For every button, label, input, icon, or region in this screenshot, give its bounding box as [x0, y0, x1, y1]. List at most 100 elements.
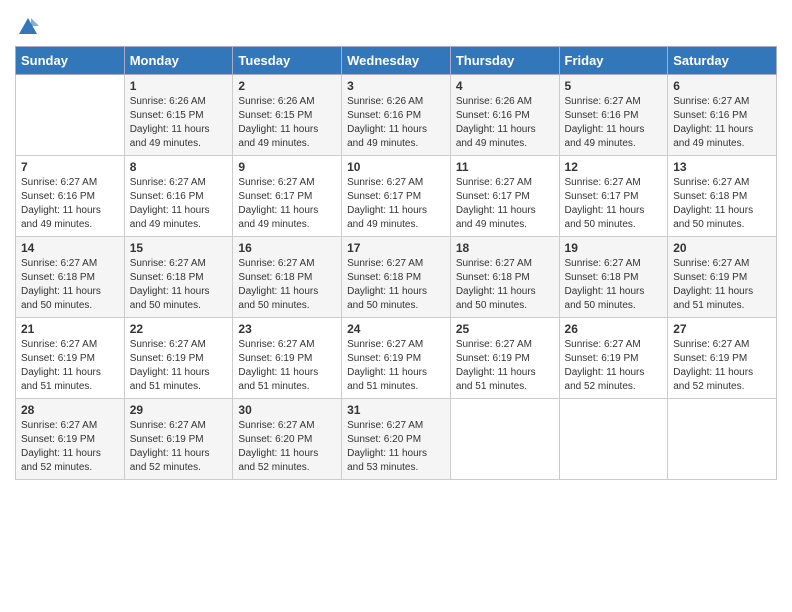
day-info: Sunrise: 6:27 AM Sunset: 6:19 PM Dayligh… — [130, 419, 228, 475]
logo-icon — [17, 16, 39, 38]
day-info: Sunrise: 6:27 AM Sunset: 6:18 PM Dayligh… — [565, 257, 663, 313]
calendar-table: SundayMondayTuesdayWednesdayThursdayFrid… — [15, 46, 777, 480]
day-number: 6 — [673, 79, 771, 93]
calendar-cell: 8 Sunrise: 6:27 AM Sunset: 6:16 PM Daylig… — [124, 156, 233, 237]
day-info: Sunrise: 6:27 AM Sunset: 6:20 PM Dayligh… — [347, 419, 445, 475]
day-info: Sunrise: 6:26 AM Sunset: 6:15 PM Dayligh… — [130, 95, 228, 151]
day-info: Sunrise: 6:27 AM Sunset: 6:19 PM Dayligh… — [347, 338, 445, 394]
day-number: 1 — [130, 79, 228, 93]
calendar-cell: 23 Sunrise: 6:27 AM Sunset: 6:19 PM Dayli… — [233, 318, 342, 399]
calendar-cell: 25 Sunrise: 6:27 AM Sunset: 6:19 PM Dayli… — [450, 318, 559, 399]
calendar-cell: 11 Sunrise: 6:27 AM Sunset: 6:17 PM Dayli… — [450, 156, 559, 237]
day-number: 15 — [130, 241, 228, 255]
calendar-cell — [16, 75, 125, 156]
weekday-header: Friday — [559, 47, 668, 75]
day-info: Sunrise: 6:27 AM Sunset: 6:20 PM Dayligh… — [238, 419, 336, 475]
day-info: Sunrise: 6:27 AM Sunset: 6:17 PM Dayligh… — [347, 176, 445, 232]
day-info: Sunrise: 6:27 AM Sunset: 6:19 PM Dayligh… — [565, 338, 663, 394]
weekday-header: Saturday — [668, 47, 777, 75]
day-info: Sunrise: 6:26 AM Sunset: 6:16 PM Dayligh… — [347, 95, 445, 151]
day-number: 8 — [130, 160, 228, 174]
day-info: Sunrise: 6:27 AM Sunset: 6:17 PM Dayligh… — [565, 176, 663, 232]
day-number: 11 — [456, 160, 554, 174]
day-number: 14 — [21, 241, 119, 255]
day-number: 27 — [673, 322, 771, 336]
day-number: 12 — [565, 160, 663, 174]
day-number: 29 — [130, 403, 228, 417]
day-info: Sunrise: 6:27 AM Sunset: 6:19 PM Dayligh… — [21, 338, 119, 394]
weekday-header: Tuesday — [233, 47, 342, 75]
calendar-cell: 18 Sunrise: 6:27 AM Sunset: 6:18 PM Dayli… — [450, 237, 559, 318]
calendar-cell: 16 Sunrise: 6:27 AM Sunset: 6:18 PM Dayli… — [233, 237, 342, 318]
calendar-cell: 4 Sunrise: 6:26 AM Sunset: 6:16 PM Daylig… — [450, 75, 559, 156]
calendar-cell: 21 Sunrise: 6:27 AM Sunset: 6:19 PM Dayli… — [16, 318, 125, 399]
day-info: Sunrise: 6:27 AM Sunset: 6:16 PM Dayligh… — [673, 95, 771, 151]
calendar-cell: 5 Sunrise: 6:27 AM Sunset: 6:16 PM Daylig… — [559, 75, 668, 156]
day-number: 5 — [565, 79, 663, 93]
day-info: Sunrise: 6:27 AM Sunset: 6:18 PM Dayligh… — [21, 257, 119, 313]
calendar-cell: 24 Sunrise: 6:27 AM Sunset: 6:19 PM Dayli… — [342, 318, 451, 399]
day-info: Sunrise: 6:27 AM Sunset: 6:16 PM Dayligh… — [21, 176, 119, 232]
day-number: 10 — [347, 160, 445, 174]
calendar-cell: 15 Sunrise: 6:27 AM Sunset: 6:18 PM Dayli… — [124, 237, 233, 318]
day-number: 16 — [238, 241, 336, 255]
day-number: 19 — [565, 241, 663, 255]
logo — [15, 16, 39, 38]
day-info: Sunrise: 6:26 AM Sunset: 6:16 PM Dayligh… — [456, 95, 554, 151]
day-info: Sunrise: 6:27 AM Sunset: 6:18 PM Dayligh… — [130, 257, 228, 313]
calendar-cell: 29 Sunrise: 6:27 AM Sunset: 6:19 PM Dayli… — [124, 399, 233, 480]
calendar-cell — [668, 399, 777, 480]
calendar-header: SundayMondayTuesdayWednesdayThursdayFrid… — [16, 47, 777, 75]
calendar-cell — [450, 399, 559, 480]
calendar-cell — [559, 399, 668, 480]
calendar-cell: 12 Sunrise: 6:27 AM Sunset: 6:17 PM Dayli… — [559, 156, 668, 237]
calendar-cell: 26 Sunrise: 6:27 AM Sunset: 6:19 PM Dayli… — [559, 318, 668, 399]
day-info: Sunrise: 6:27 AM Sunset: 6:17 PM Dayligh… — [238, 176, 336, 232]
day-number: 4 — [456, 79, 554, 93]
day-info: Sunrise: 6:27 AM Sunset: 6:19 PM Dayligh… — [21, 419, 119, 475]
day-number: 25 — [456, 322, 554, 336]
day-info: Sunrise: 6:27 AM Sunset: 6:18 PM Dayligh… — [456, 257, 554, 313]
day-number: 22 — [130, 322, 228, 336]
calendar-cell: 13Sunrise: 6:27 AM Sunset: 6:18 PM Dayli… — [668, 156, 777, 237]
day-number: 30 — [238, 403, 336, 417]
calendar-cell: 1 Sunrise: 6:26 AM Sunset: 6:15 PM Daylig… — [124, 75, 233, 156]
calendar-cell: 9 Sunrise: 6:27 AM Sunset: 6:17 PM Daylig… — [233, 156, 342, 237]
calendar-cell: 30 Sunrise: 6:27 AM Sunset: 6:20 PM Dayli… — [233, 399, 342, 480]
day-info: Sunrise: 6:27 AM Sunset: 6:19 PM Dayligh… — [673, 257, 771, 313]
day-number: 18 — [456, 241, 554, 255]
calendar-cell: 14 Sunrise: 6:27 AM Sunset: 6:18 PM Dayli… — [16, 237, 125, 318]
calendar-cell: 17 Sunrise: 6:27 AM Sunset: 6:18 PM Dayli… — [342, 237, 451, 318]
calendar-cell: 31 Sunrise: 6:27 AM Sunset: 6:20 PM Dayli… — [342, 399, 451, 480]
weekday-header: Sunday — [16, 47, 125, 75]
day-number: 24 — [347, 322, 445, 336]
calendar-cell: 2Sunrise: 6:26 AM Sunset: 6:15 PM Daylig… — [233, 75, 342, 156]
calendar-cell: 7Sunrise: 6:27 AM Sunset: 6:16 PM Daylig… — [16, 156, 125, 237]
calendar-cell: 6 Sunrise: 6:27 AM Sunset: 6:16 PM Daylig… — [668, 75, 777, 156]
day-number: 21 — [21, 322, 119, 336]
day-number: 13 — [673, 160, 771, 174]
calendar-cell: 27Sunrise: 6:27 AM Sunset: 6:19 PM Dayli… — [668, 318, 777, 399]
day-number: 31 — [347, 403, 445, 417]
day-info: Sunrise: 6:27 AM Sunset: 6:19 PM Dayligh… — [238, 338, 336, 394]
calendar-cell: 19 Sunrise: 6:27 AM Sunset: 6:18 PM Dayli… — [559, 237, 668, 318]
calendar-cell: 3 Sunrise: 6:26 AM Sunset: 6:16 PM Daylig… — [342, 75, 451, 156]
day-info: Sunrise: 6:27 AM Sunset: 6:16 PM Dayligh… — [565, 95, 663, 151]
day-info: Sunrise: 6:27 AM Sunset: 6:19 PM Dayligh… — [456, 338, 554, 394]
day-number: 3 — [347, 79, 445, 93]
page-header — [15, 10, 777, 38]
day-number: 17 — [347, 241, 445, 255]
day-info: Sunrise: 6:27 AM Sunset: 6:18 PM Dayligh… — [238, 257, 336, 313]
day-number: 26 — [565, 322, 663, 336]
day-info: Sunrise: 6:27 AM Sunset: 6:16 PM Dayligh… — [130, 176, 228, 232]
weekday-header: Thursday — [450, 47, 559, 75]
weekday-header: Monday — [124, 47, 233, 75]
calendar-cell: 28 Sunrise: 6:27 AM Sunset: 6:19 PM Dayli… — [16, 399, 125, 480]
day-number: 28 — [21, 403, 119, 417]
day-number: 20 — [673, 241, 771, 255]
day-number: 23 — [238, 322, 336, 336]
day-info: Sunrise: 6:26 AM Sunset: 6:15 PM Dayligh… — [238, 95, 336, 151]
day-info: Sunrise: 6:27 AM Sunset: 6:17 PM Dayligh… — [456, 176, 554, 232]
day-info: Sunrise: 6:27 AM Sunset: 6:18 PM Dayligh… — [347, 257, 445, 313]
day-number: 9 — [238, 160, 336, 174]
